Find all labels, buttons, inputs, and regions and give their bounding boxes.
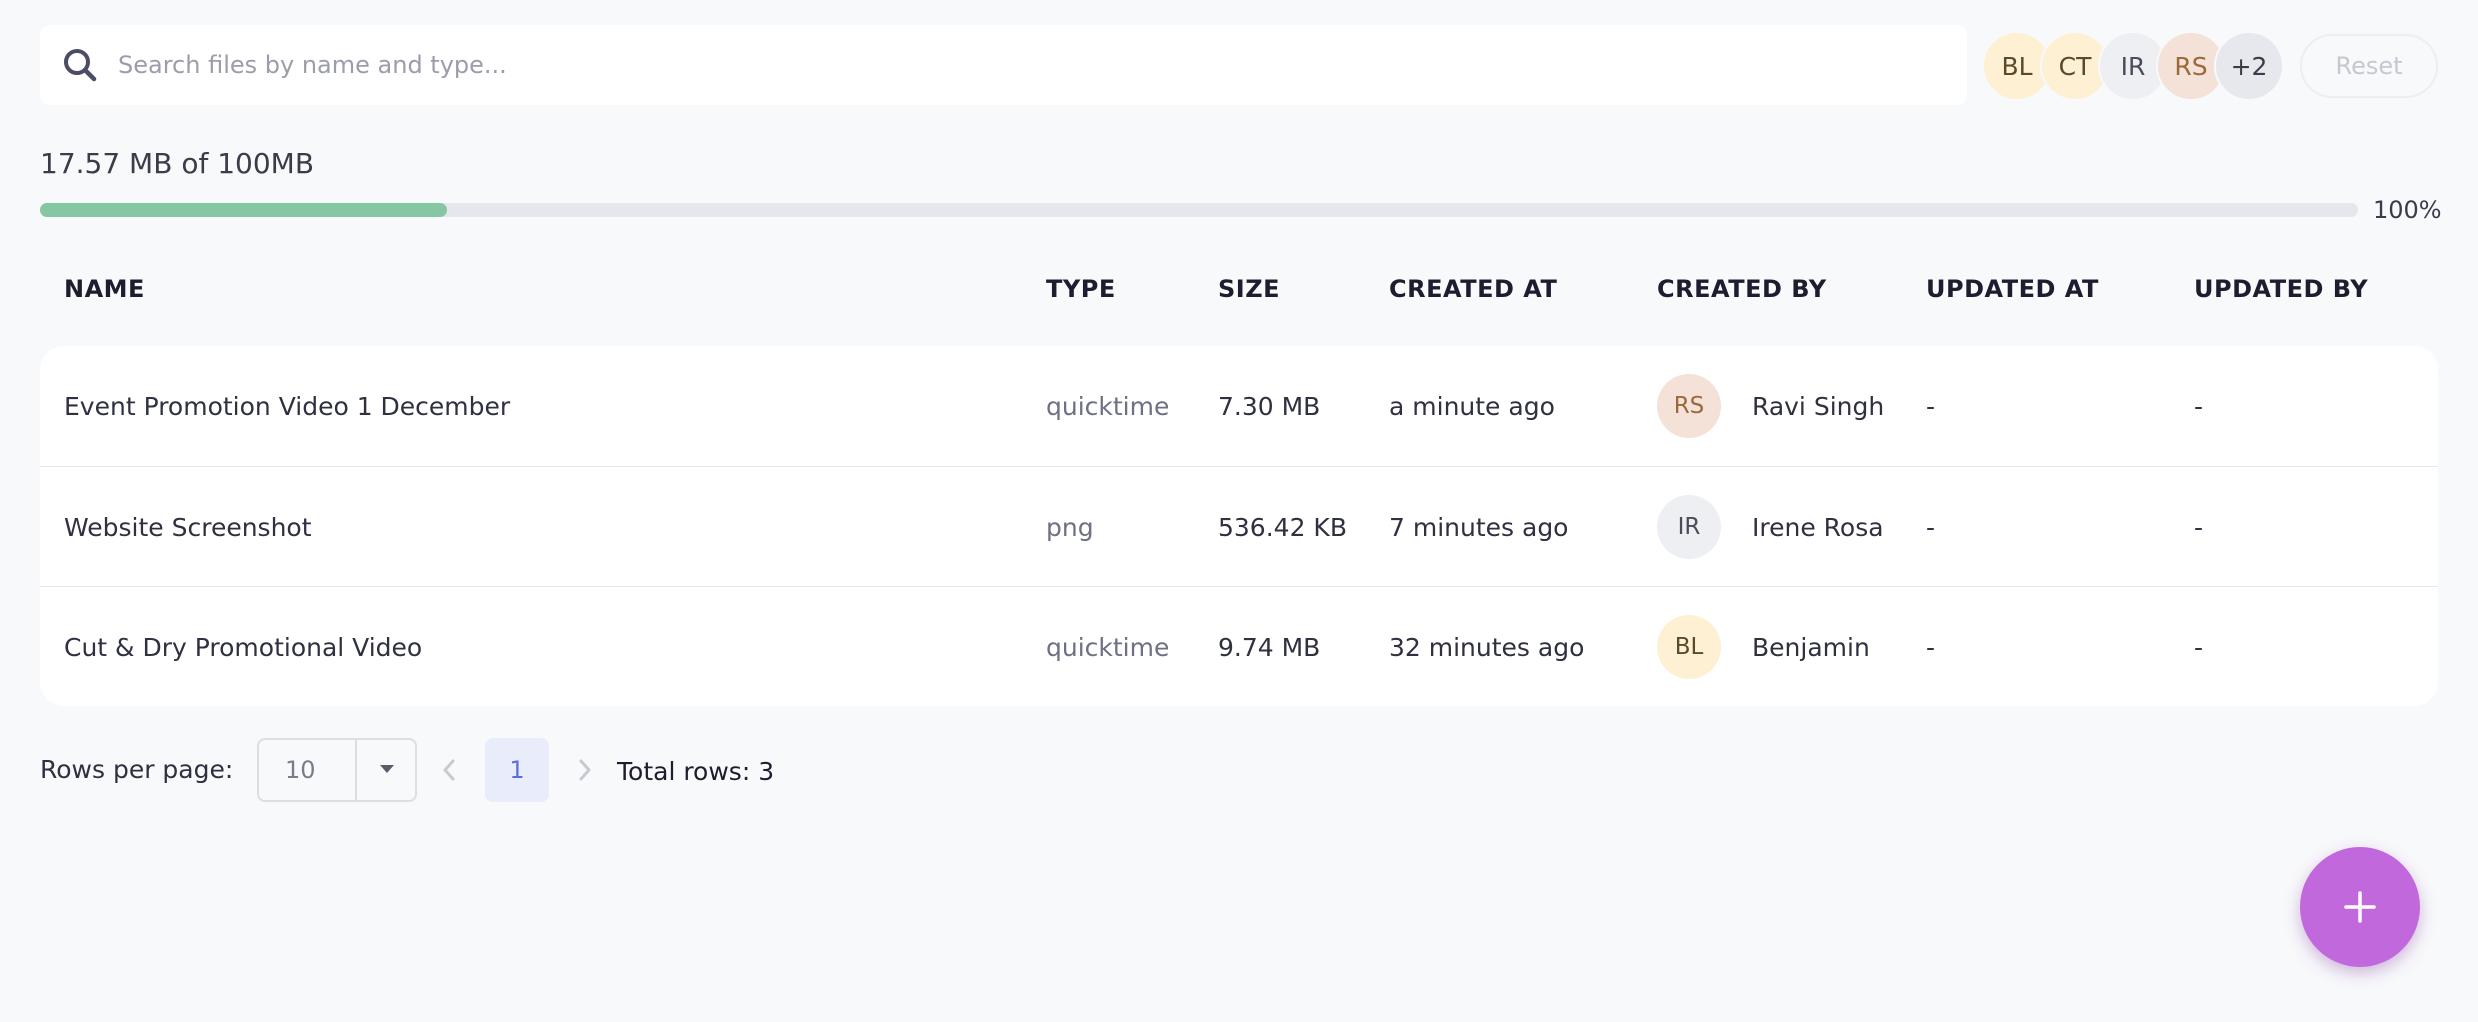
search-bar (40, 25, 1967, 105)
storage-usage-text: 17.57 MB of 100MB (40, 147, 315, 180)
cell-created-by: Ravi Singh (1752, 391, 1885, 421)
avatar: RS (1657, 374, 1721, 438)
select-divider (355, 740, 357, 800)
storage-progress-label: 100% (2373, 196, 2442, 224)
cell-updated-by: - (2194, 632, 2204, 662)
cell-name: Cut & Dry Promotional Video (64, 632, 423, 662)
table-row[interactable]: Cut & Dry Promotional Video quicktime 9.… (40, 586, 2438, 706)
chevron-right-icon[interactable] (574, 756, 596, 784)
storage-progress-fill (40, 203, 448, 217)
header-updated-at[interactable]: UPDATED AT (1926, 275, 2099, 303)
search-input[interactable] (118, 25, 1918, 105)
table-row[interactable]: Event Promotion Video 1 December quickti… (40, 346, 2438, 466)
cell-updated-by: - (2194, 391, 2204, 421)
table-row[interactable]: Website Screenshot png 536.42 KB 7 minut… (40, 466, 2438, 586)
table-body: Event Promotion Video 1 December quickti… (40, 346, 2438, 706)
avatar: IR (1657, 495, 1721, 559)
cell-updated-at: - (1926, 391, 1936, 421)
chevron-left-icon[interactable] (438, 756, 460, 784)
cell-type: png (1046, 512, 1094, 542)
cell-created-at: a minute ago (1389, 391, 1555, 421)
cell-name: Website Screenshot (64, 512, 312, 542)
search-icon (64, 49, 97, 82)
header-updated-by[interactable]: UPDATED BY (2194, 275, 2368, 303)
rows-per-page-value: 10 (285, 756, 316, 784)
add-file-button[interactable] (2300, 847, 2420, 967)
page-button-current[interactable]: 1 (485, 738, 549, 802)
cell-created-by: Irene Rosa (1752, 512, 1884, 542)
avatar: BL (1657, 615, 1721, 679)
rows-per-page-label: Rows per page: (40, 755, 234, 784)
cell-created-by: Benjamin (1752, 632, 1870, 662)
header-created-at[interactable]: CREATED AT (1389, 275, 1557, 303)
header-type[interactable]: TYPE (1046, 275, 1116, 303)
header-size[interactable]: SIZE (1218, 275, 1280, 303)
rows-per-page-select[interactable]: 10 (257, 738, 417, 802)
cell-size: 7.30 MB (1218, 391, 1321, 421)
chevron-down-icon[interactable] (377, 762, 397, 776)
cell-updated-at: - (1926, 632, 1936, 662)
cell-name: Event Promotion Video 1 December (64, 391, 511, 421)
cell-updated-at: - (1926, 512, 1936, 542)
cell-updated-by: - (2194, 512, 2204, 542)
reset-button[interactable]: Reset (2300, 34, 2438, 98)
cell-type: quicktime (1046, 391, 1170, 421)
storage-progress-bar (40, 203, 2358, 217)
file-manager-page: BL CT IR RS +2 Reset 17.57 MB of 100MB 1… (0, 0, 2478, 1022)
avatar-filter-more[interactable]: +2 (2214, 31, 2284, 101)
plus-icon (2344, 891, 2376, 923)
table-header: NAME TYPE SIZE CREATED AT CREATED BY UPD… (40, 275, 2438, 325)
cell-created-at: 7 minutes ago (1389, 512, 1569, 542)
cell-size: 9.74 MB (1218, 632, 1321, 662)
cell-created-at: 32 minutes ago (1389, 632, 1585, 662)
header-created-by[interactable]: CREATED BY (1657, 275, 1827, 303)
cell-size: 536.42 KB (1218, 512, 1347, 542)
header-name[interactable]: NAME (64, 275, 145, 303)
total-rows-text: Total rows: 3 (617, 757, 775, 786)
cell-type: quicktime (1046, 632, 1170, 662)
